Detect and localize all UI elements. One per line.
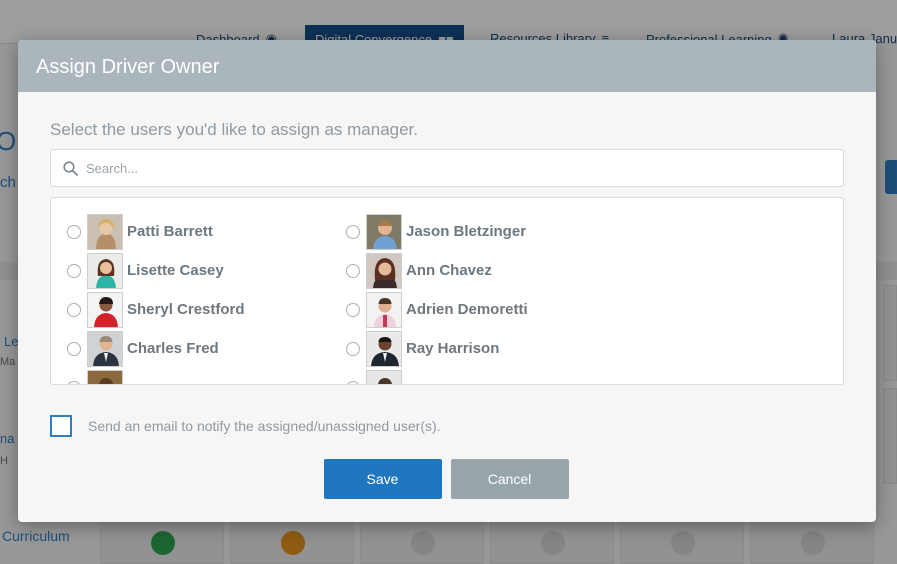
radio-button[interactable] [346, 263, 360, 278]
search-box[interactable] [50, 149, 844, 187]
avatar [366, 252, 402, 289]
dialog-prompt: Select the users you'd like to assign as… [50, 120, 419, 139]
dialog-actions: Save Cancel [50, 459, 844, 499]
avatar [366, 369, 402, 384]
avatar [87, 213, 123, 250]
avatar [366, 213, 402, 250]
radio-button[interactable] [67, 341, 81, 356]
assign-driver-owner-dialog: Assign Driver Owner Select the users you… [18, 40, 876, 522]
user-grid: Patti Barrett Jason Bletzinger Lisette C… [67, 213, 625, 384]
avatar [366, 330, 402, 367]
notify-label: Send an email to notify the assigned/una… [88, 418, 441, 434]
radio-button[interactable] [346, 302, 360, 317]
user-option-jason-bletzinger[interactable]: Jason Bletzinger [346, 213, 625, 250]
user-list[interactable]: Patti Barrett Jason Bletzinger Lisette C… [50, 197, 844, 385]
dialog-body: Select the users you'd like to assign as… [18, 92, 876, 499]
user-option-lisette-casey[interactable]: Lisette Casey [67, 252, 346, 289]
radio-button[interactable] [67, 224, 81, 239]
radio-button[interactable] [67, 302, 81, 317]
user-option-partial[interactable] [67, 369, 346, 384]
user-option-ann-chavez[interactable]: Ann Chavez [346, 252, 625, 289]
user-name: Adrien Demoretti [406, 301, 528, 318]
avatar [87, 369, 123, 384]
user-name: Ann Chavez [406, 262, 492, 279]
notify-row: Send an email to notify the assigned/una… [50, 415, 844, 437]
avatar [87, 252, 123, 289]
user-option-charles-fred[interactable]: Charles Fred [67, 330, 346, 367]
radio-button[interactable] [346, 380, 360, 384]
radio-button[interactable] [67, 263, 81, 278]
avatar [366, 291, 402, 328]
dialog-title: Assign Driver Owner [36, 56, 220, 78]
notify-checkbox[interactable] [50, 415, 72, 437]
avatar [87, 330, 123, 367]
user-option-partial[interactable] [346, 369, 625, 384]
user-name: Jason Bletzinger [406, 223, 527, 240]
avatar [87, 291, 123, 328]
save-button[interactable]: Save [323, 459, 442, 499]
user-name: Ray Harrison [406, 340, 500, 357]
user-option-ray-harrison[interactable]: Ray Harrison [346, 330, 625, 367]
search-icon [63, 160, 78, 176]
dialog-header: Assign Driver Owner [18, 40, 876, 92]
user-option-adrien-demoretti[interactable]: Adrien Demoretti [346, 291, 625, 328]
radio-button[interactable] [346, 341, 360, 356]
user-name: Sheryl Crestford [127, 301, 245, 318]
cancel-button[interactable]: Cancel [450, 459, 569, 499]
radio-button[interactable] [346, 224, 360, 239]
search-input[interactable] [86, 160, 826, 176]
user-name: Patti Barrett [127, 223, 213, 240]
user-option-patti-barrett[interactable]: Patti Barrett [67, 213, 346, 250]
user-option-sheryl-crestford[interactable]: Sheryl Crestford [67, 291, 346, 328]
radio-button[interactable] [67, 380, 81, 384]
user-name: Lisette Casey [127, 262, 224, 279]
user-name: Charles Fred [127, 340, 219, 357]
